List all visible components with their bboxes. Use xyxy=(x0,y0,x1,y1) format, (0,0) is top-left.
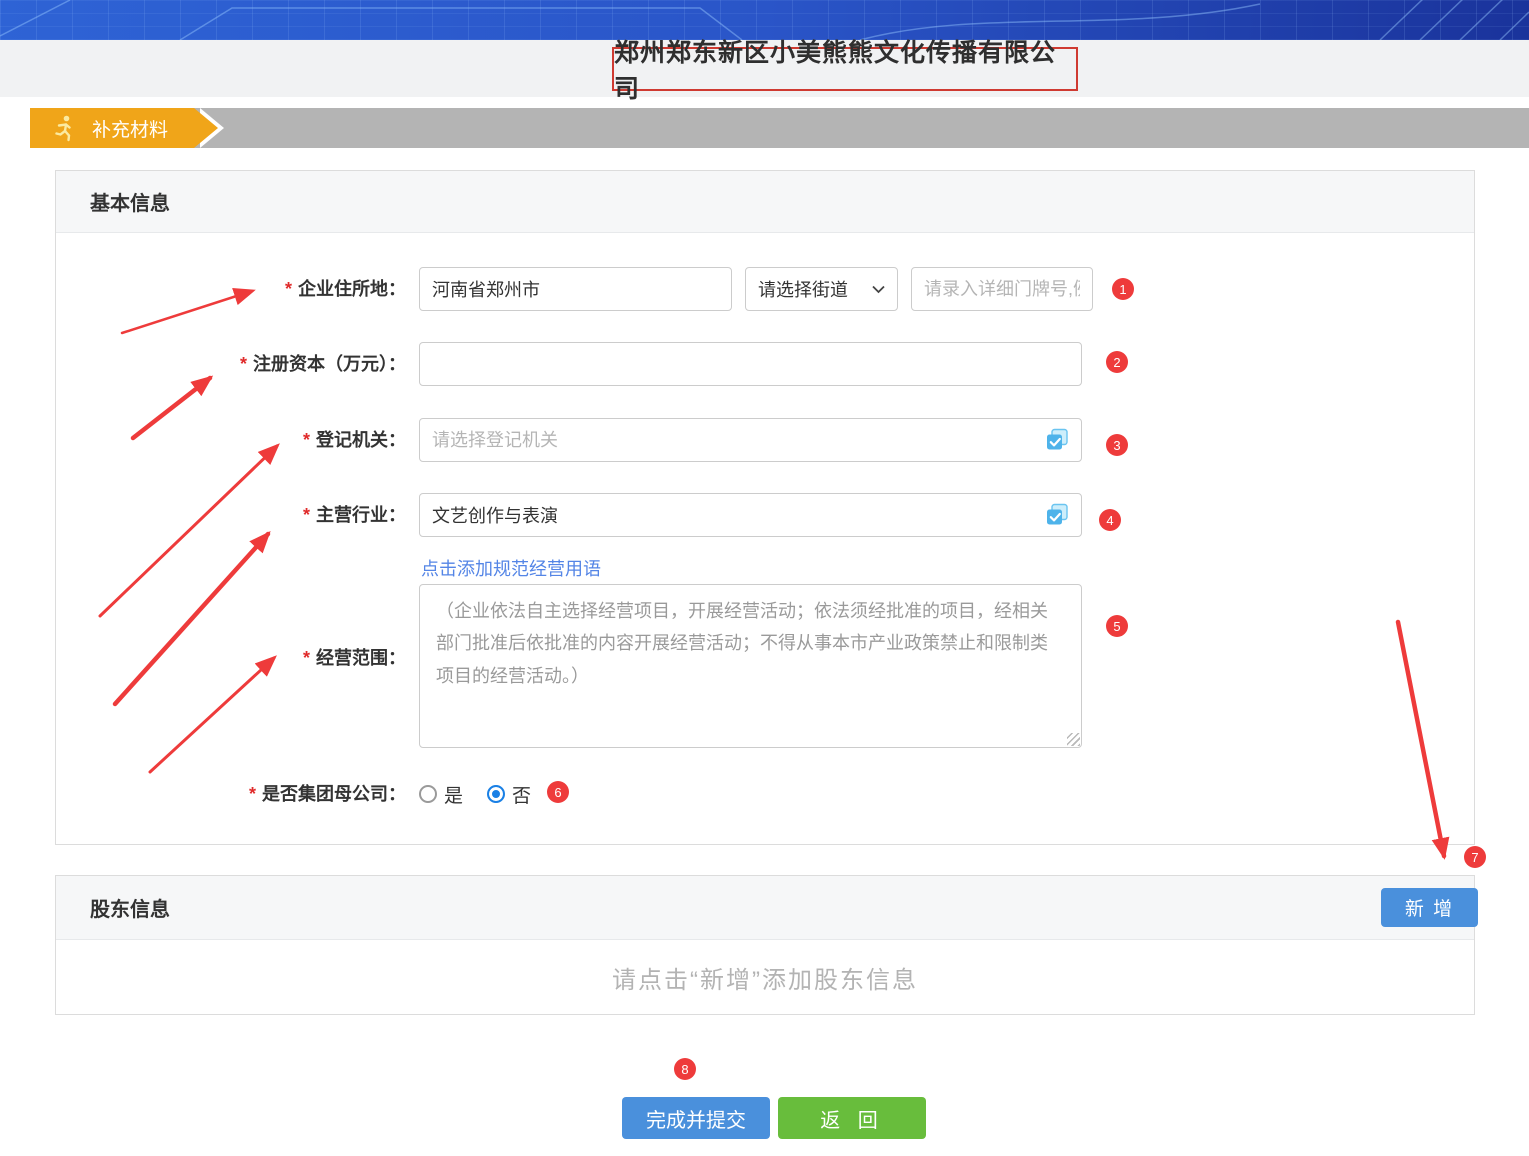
address-detail-input[interactable] xyxy=(911,267,1093,311)
required-star: * xyxy=(303,648,310,668)
add-shareholder-button[interactable]: 新 增 xyxy=(1381,888,1478,927)
basic-info-header: 基本信息 xyxy=(56,171,1474,233)
scope-textarea[interactable] xyxy=(419,584,1082,748)
shareholders-panel: 股东信息 新 增 请点击“新增”添加股东信息 xyxy=(55,875,1475,1015)
industry-input[interactable] xyxy=(419,493,1082,537)
industry-label: *主营行业： xyxy=(56,493,406,537)
radio-yes-circle[interactable] xyxy=(419,785,437,803)
scope-label: *经营范围： xyxy=(56,636,406,680)
street-select-value: 请选择街道 xyxy=(758,276,848,302)
radio-yes-label: 是 xyxy=(444,781,463,808)
required-star: * xyxy=(240,354,247,374)
capital-label: *注册资本（万元）： xyxy=(56,342,406,386)
authority-input[interactable] xyxy=(419,418,1082,462)
annotation-circle-8: 8 xyxy=(674,1058,696,1080)
address-label: *企业住所地： xyxy=(56,267,406,311)
required-star: * xyxy=(249,784,256,804)
step-current: 补充材料 xyxy=(30,108,194,148)
back-button[interactable]: 返 回 xyxy=(778,1097,926,1139)
textarea-resize-handle[interactable] xyxy=(1067,733,1080,746)
basic-info-title: 基本信息 xyxy=(90,187,170,216)
company-name-box: 郑州郑东新区小美熊熊文化传播有限公司 xyxy=(612,47,1078,91)
title-band: 郑州郑东新区小美熊熊文化传播有限公司 xyxy=(0,40,1529,97)
group-parent-label: *是否集团母公司： xyxy=(56,779,406,809)
shareholders-empty-hint: 请点击“新增”添加股东信息 xyxy=(56,940,1474,1014)
authority-label: *登记机关： xyxy=(56,418,406,462)
step-arrow-tip xyxy=(194,108,218,148)
shareholders-title: 股东信息 xyxy=(90,893,170,922)
group-parent-radio-group: 是 否 xyxy=(419,779,531,809)
step-bar: 补充材料 xyxy=(30,108,1529,148)
capital-input[interactable] xyxy=(419,342,1082,386)
add-standard-terms-link[interactable]: 点击添加规范经营用语 xyxy=(421,556,601,582)
shareholders-header: 股东信息 新 增 xyxy=(56,876,1474,940)
company-name: 郑州郑东新区小美熊熊文化传播有限公司 xyxy=(614,33,1076,105)
street-select[interactable]: 请选择街道 xyxy=(745,267,898,311)
authority-picker-icon[interactable] xyxy=(1044,427,1070,453)
page: 郑州郑东新区小美熊熊文化传播有限公司 补充材料 基本信息 xyxy=(0,0,1529,1156)
industry-picker-icon[interactable] xyxy=(1044,502,1070,528)
chevron-down-icon xyxy=(872,285,885,294)
required-star: * xyxy=(285,279,292,299)
required-star: * xyxy=(303,430,310,450)
submit-button[interactable]: 完成并提交 xyxy=(622,1097,770,1139)
radio-no-circle[interactable] xyxy=(487,785,505,803)
required-star: * xyxy=(303,505,310,525)
basic-info-panel: 基本信息 *企业住所地： 请选择街道 *注册资本（万元）： *登记机关 xyxy=(55,170,1475,845)
radio-no-label: 否 xyxy=(512,781,531,808)
annotation-circle-7: 7 xyxy=(1464,846,1486,868)
radio-option-no[interactable]: 否 xyxy=(487,781,531,808)
address-region-input[interactable] xyxy=(419,267,732,311)
step-label: 补充材料 xyxy=(92,115,168,142)
runner-icon xyxy=(52,114,76,142)
radio-option-yes[interactable]: 是 xyxy=(419,781,463,808)
